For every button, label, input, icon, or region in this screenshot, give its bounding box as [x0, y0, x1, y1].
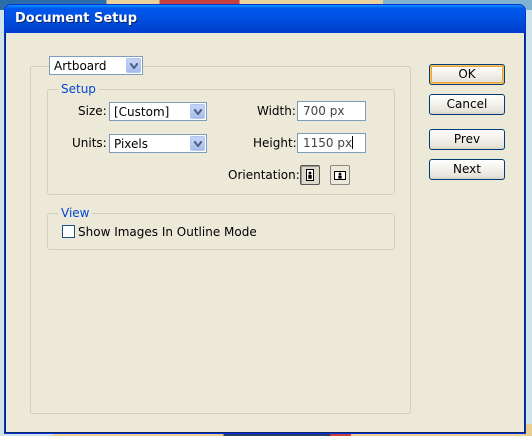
orientation-landscape-icon	[334, 171, 346, 180]
width-input[interactable]: 700 px	[297, 101, 366, 121]
chevron-down-icon[interactable]	[190, 136, 205, 151]
size-label: Size:	[78, 104, 107, 118]
height-label: Height:	[253, 136, 297, 150]
size-select-value: [Custom]	[114, 105, 170, 119]
size-select[interactable]: [Custom]	[109, 102, 207, 121]
title-bar[interactable]: Document Setup	[5, 5, 525, 33]
width-label: Width:	[257, 104, 296, 118]
ok-button[interactable]: OK	[429, 64, 505, 85]
height-input-value: 1150 px	[303, 136, 353, 150]
show-images-label[interactable]: Show Images In Outline Mode	[78, 225, 257, 239]
dialog-body: Artboard Setup Size: [Custom] Units: Pix…	[9, 33, 521, 429]
view-group: View Show Images In Outline Mode	[47, 206, 395, 250]
category-select[interactable]: Artboard	[49, 56, 143, 75]
portrait-button[interactable]	[300, 165, 320, 185]
settings-panel: Artboard Setup Size: [Custom] Units: Pix…	[30, 56, 411, 414]
chevron-down-icon[interactable]	[126, 58, 141, 73]
units-label: Units:	[72, 136, 107, 150]
landscape-button[interactable]	[330, 165, 350, 185]
height-input[interactable]: 1150 px	[297, 133, 366, 153]
cancel-button[interactable]: Cancel	[429, 94, 505, 115]
prev-button[interactable]: Prev	[429, 129, 505, 150]
chevron-down-icon[interactable]	[190, 104, 205, 119]
units-select-value: Pixels	[114, 137, 149, 151]
width-input-value: 700 px	[303, 104, 345, 118]
category-select-value: Artboard	[54, 59, 107, 73]
units-select[interactable]: Pixels	[109, 134, 207, 153]
next-button[interactable]: Next	[429, 159, 505, 180]
orientation-portrait-icon	[306, 169, 314, 181]
document-setup-dialog: Document Setup Artboard Setup Size: [Cus…	[4, 4, 526, 434]
setup-group: Setup Size: [Custom] Units: Pixels Width…	[47, 82, 395, 195]
setup-legend: Setup	[58, 82, 99, 96]
view-legend: View	[58, 206, 93, 220]
window-title: Document Setup	[15, 11, 137, 26]
show-images-checkbox[interactable]	[62, 225, 75, 238]
text-caret	[352, 136, 354, 149]
orientation-label: Orientation:	[228, 168, 300, 182]
